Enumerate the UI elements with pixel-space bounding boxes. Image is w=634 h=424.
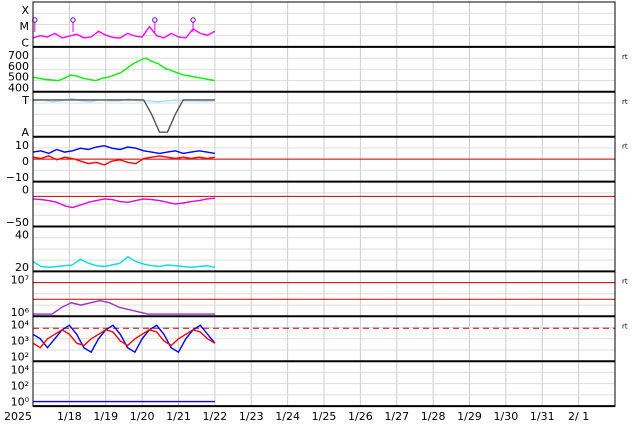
- panel-xray-class: XMC: [20, 4, 615, 49]
- x-tick-label: 1/24: [275, 410, 300, 423]
- y-tick-label: M: [20, 20, 30, 33]
- series-line: [33, 99, 215, 133]
- x-tick-label: 1/18: [57, 410, 82, 423]
- series-line: [33, 299, 215, 315]
- x-tick-label: 1/28: [421, 410, 446, 423]
- event-marker: [70, 17, 76, 23]
- x-tick-label: 1/29: [457, 410, 482, 423]
- x-tick-label: 1/30: [494, 410, 519, 423]
- panel-neutron: 10⁴ 10² 10⁰: [11, 363, 615, 409]
- y-tick-label: 10: [15, 139, 29, 152]
- y-tick-label: 10³: [11, 335, 29, 348]
- y-tick-label: 10⁴: [11, 318, 30, 331]
- y-tick-label: 400: [8, 81, 29, 94]
- y-tick-label: −50: [6, 216, 29, 229]
- y-tick-label: 10²: [11, 379, 29, 392]
- series-line: [32, 155, 216, 166]
- x-tick-label: 2025: [4, 410, 32, 423]
- y-tick-label: 0: [22, 184, 29, 197]
- x-tick-label: 1/22: [203, 410, 228, 423]
- series-line: [32, 144, 216, 155]
- y-tick-label: 20: [15, 261, 29, 274]
- x-tick-label: 1/27: [384, 410, 409, 423]
- panel-kp-index: 40 20: [15, 229, 615, 274]
- panel-solar-wind-speed: 700600500400rt: [8, 49, 628, 94]
- x-tick-label: 1/25: [312, 410, 337, 423]
- series-line: [32, 25, 216, 39]
- right-marker: rt: [622, 277, 628, 285]
- x-tick-label: 2/ 1: [568, 410, 589, 423]
- y-tick-label: X: [21, 4, 29, 17]
- y-tick-label: 10⁴: [11, 363, 30, 376]
- y-tick-label: 10²: [11, 351, 29, 364]
- x-axis: 2025 1/18 1/19 1/20 1/21 1/22 1/23 1/24 1/25 1/26…: [4, 410, 589, 423]
- right-marker: rt: [622, 98, 628, 106]
- x-tick-label: 1/26: [348, 410, 373, 423]
- right-marker: rt: [622, 322, 628, 330]
- y-tick-label: 40: [15, 229, 29, 242]
- x-tick-label: 1/20: [130, 410, 155, 423]
- panel-imf-direction: T Art: [21, 94, 628, 139]
- right-marker: rt: [622, 53, 628, 61]
- panel-dst-index: 0 −50: [6, 184, 615, 229]
- x-tick-label: 1/31: [530, 410, 555, 423]
- space-weather-chart: XMC700600500400rtTArt100−10rt0−50402010⁷…: [4, 1, 628, 423]
- x-tick-label: 1/23: [239, 410, 264, 423]
- y-tick-label: 10⁷: [11, 273, 29, 286]
- y-tick-label: 10⁰: [11, 396, 30, 409]
- x-tick-label: 1/21: [166, 410, 191, 423]
- y-tick-label: 10⁶: [11, 306, 30, 319]
- series-line: [32, 255, 216, 269]
- panel-electron-flux: 10⁴ 10³ 10² rt: [11, 318, 628, 363]
- y-tick-label: A: [21, 126, 29, 139]
- right-marker: rt: [622, 143, 628, 151]
- y-tick-label: 0: [22, 155, 29, 168]
- panels: XMC700600500400rtTArt100−10rt0−50402010⁷…: [6, 1, 628, 409]
- y-tick-label: C: [21, 36, 29, 49]
- y-tick-label: −10: [6, 171, 29, 184]
- series-line: [32, 197, 215, 209]
- panel-imf-bz: 10 0 −10 rt: [6, 139, 628, 184]
- y-tick-label: T: [21, 94, 29, 107]
- panel-proton-flux: 10⁷ 10⁶ rt: [11, 273, 628, 318]
- x-tick-label: 1/19: [93, 410, 118, 423]
- event-marker: [152, 17, 158, 23]
- event-marker: [190, 17, 196, 23]
